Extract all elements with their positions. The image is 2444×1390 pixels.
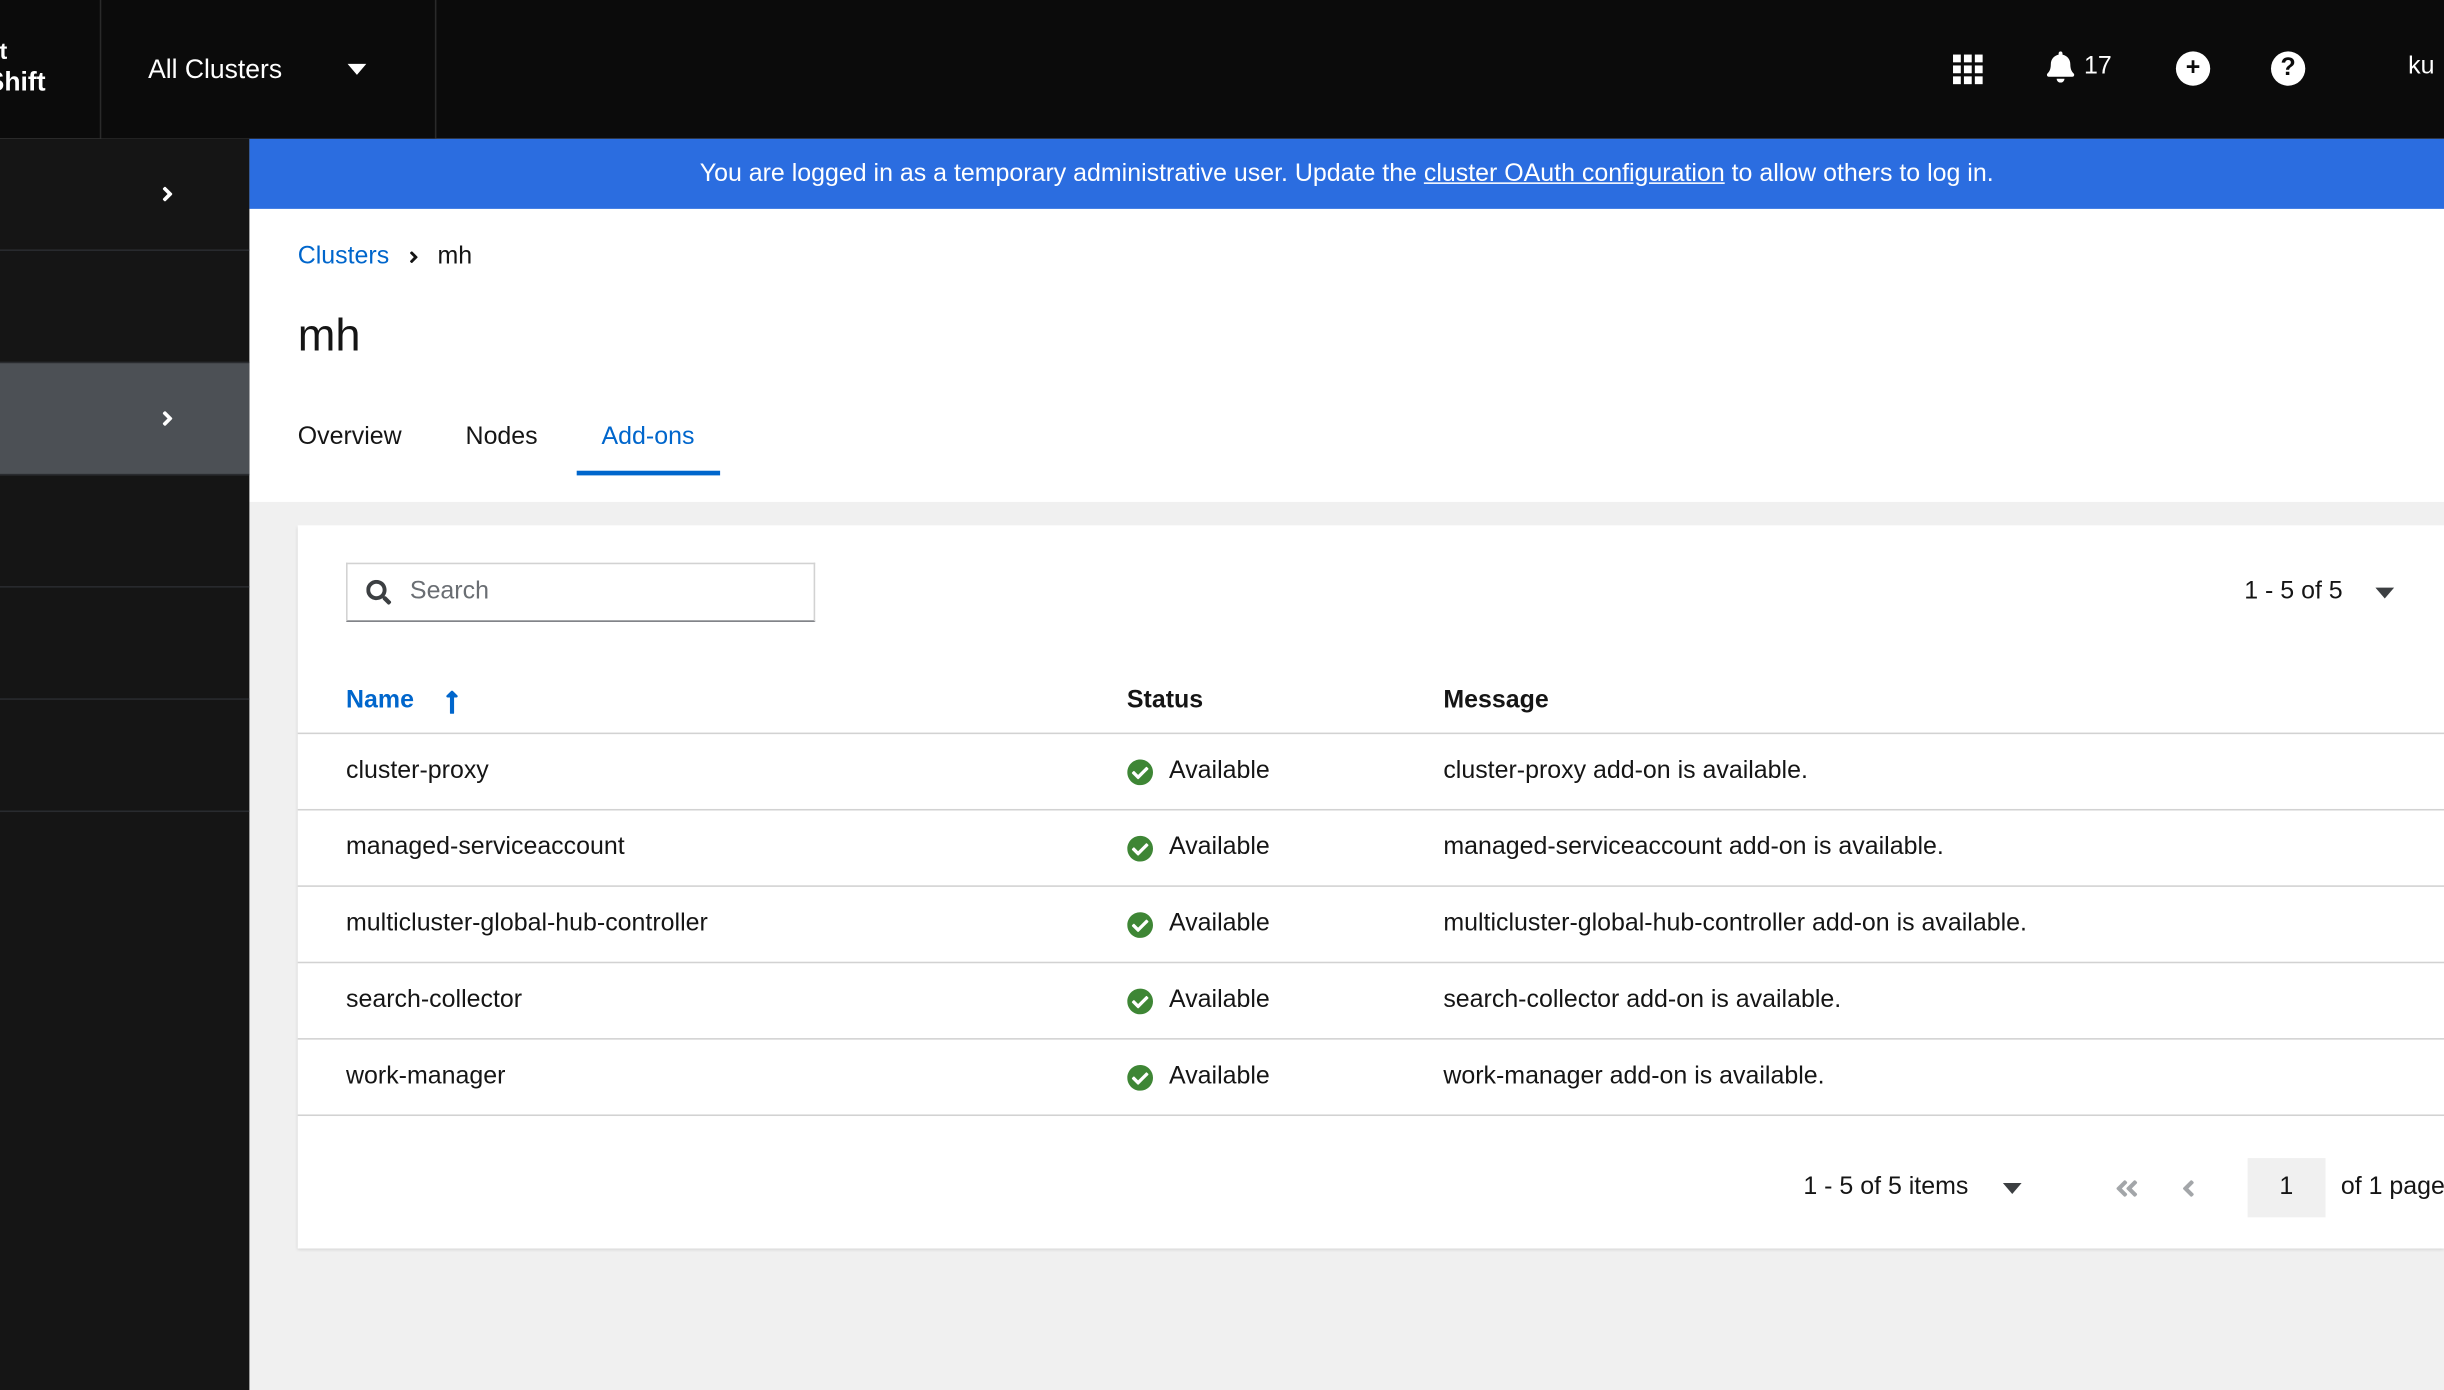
chevron-down-icon[interactable] xyxy=(2002,1182,2022,1194)
help-icon[interactable]: ? xyxy=(2270,51,2306,86)
check-circle-icon xyxy=(1127,987,1154,1014)
column-header-name[interactable]: Name xyxy=(346,687,1127,715)
user-menu[interactable]: ku xyxy=(2408,53,2434,81)
add-resource-icon[interactable]: + xyxy=(2175,51,2211,86)
addons-card: 1 - 5 of 5 Name Status Message cluster-p… xyxy=(297,525,2444,1249)
addon-message-cell: search-collector add-on is available. xyxy=(1443,986,1842,1014)
addon-status-cell: Available xyxy=(1127,987,1443,1015)
sidebar-nav-item-2[interactable] xyxy=(0,251,250,364)
table-row: work-manager Available work-manager add-… xyxy=(297,1040,2444,1117)
top-pagination-menu[interactable]: 1 - 5 of 5 xyxy=(2244,563,2395,622)
notifications-button[interactable]: 17 xyxy=(2045,51,2112,83)
status-label: Available xyxy=(1169,757,1270,785)
sidebar-nav-item-3-active[interactable] xyxy=(0,363,250,476)
chevron-right-icon xyxy=(156,182,181,207)
chevron-down-icon xyxy=(2375,586,2395,598)
check-circle-icon xyxy=(1127,911,1154,938)
openshift-logo: Red Hat OpenShift xyxy=(0,39,46,98)
column-header-message: Message xyxy=(1443,687,1549,714)
first-page-icon[interactable] xyxy=(2113,1174,2139,1200)
bell-icon xyxy=(2045,51,2076,83)
search-icon xyxy=(366,579,392,605)
check-circle-icon xyxy=(1127,1064,1154,1090)
column-header-status: Status xyxy=(1126,687,1204,714)
banner-text-before: You are logged in as a temporary adminis… xyxy=(699,159,1424,187)
status-label: Available xyxy=(1169,986,1270,1014)
addon-status-cell: Available xyxy=(1127,1063,1443,1091)
pagination-items-summary[interactable]: 1 - 5 of 5 items xyxy=(1803,1174,1968,1202)
addon-name-cell: work-manager xyxy=(346,1063,506,1090)
question-glyph: ? xyxy=(2280,54,2296,82)
chevron-down-icon xyxy=(347,63,367,75)
check-circle-icon xyxy=(1127,835,1154,861)
brand-logo[interactable]: Red Hat OpenShift xyxy=(0,0,100,139)
addon-message-cell: managed-serviceaccount add-on is availab… xyxy=(1443,833,1944,861)
table-row: search-collector Available search-collec… xyxy=(297,963,2444,1040)
cluster-selector-label: All Clusters xyxy=(148,53,283,84)
main-content: Clusters mh mh Overview Nodes Add-ons 1 … xyxy=(249,208,2444,1390)
addon-status-cell: Available xyxy=(1127,758,1443,786)
breadcrumb-current: mh xyxy=(437,243,473,270)
status-label: Available xyxy=(1169,833,1270,861)
tab-addons[interactable]: Add-ons xyxy=(576,408,720,476)
sidebar-nav-item-6[interactable] xyxy=(0,700,250,813)
name-header-label: Name xyxy=(346,687,414,714)
bottom-pagination: 1 - 5 of 5 items of 1 page xyxy=(1803,1158,2444,1218)
tab-overview[interactable]: Overview xyxy=(273,408,427,475)
sidebar-nav-item-1[interactable] xyxy=(0,139,250,251)
sidebar-nav-item-5[interactable] xyxy=(0,588,250,700)
table-row: multicluster-global-hub-controller Avail… xyxy=(297,887,2444,964)
logo-line2: OpenShift xyxy=(0,67,46,97)
previous-page-icon[interactable] xyxy=(2180,1174,2196,1200)
addon-name-cell: multicluster-global-hub-controller xyxy=(346,910,708,937)
addon-message-cell: work-manager add-on is available. xyxy=(1443,1063,1825,1090)
page-title: mh xyxy=(297,311,361,362)
temporary-admin-banner: You are logged in as a temporary adminis… xyxy=(249,138,2444,209)
cluster-tabs: Overview Nodes Add-ons xyxy=(273,408,734,476)
table-row: managed-serviceaccount Available managed… xyxy=(297,811,2444,887)
addon-name-cell: search-collector xyxy=(346,986,523,1014)
logo-line1: Red Hat xyxy=(0,38,8,66)
addons-table: Name Status Message cluster-proxy Availa… xyxy=(297,670,2444,1117)
table-header-row: Name Status Message xyxy=(297,670,2444,735)
addon-name-cell: managed-serviceaccount xyxy=(346,833,625,861)
notification-count: 17 xyxy=(2083,52,2112,80)
banner-text-after: to allow others to log in. xyxy=(1724,159,1994,187)
addon-status-cell: Available xyxy=(1127,834,1443,862)
chevron-right-icon xyxy=(156,407,181,432)
oauth-configuration-link[interactable]: cluster OAuth configuration xyxy=(1424,160,1725,188)
breadcrumb-clusters-link[interactable]: Clusters xyxy=(298,243,389,271)
sort-ascending-icon xyxy=(442,688,461,714)
breadcrumb: Clusters mh xyxy=(298,243,472,271)
sidebar-nav xyxy=(0,138,250,1390)
cluster-selector-dropdown[interactable]: All Clusters xyxy=(99,0,437,139)
top-pagination-summary: 1 - 5 of 5 xyxy=(2244,578,2343,605)
tab-nodes[interactable]: Nodes xyxy=(441,408,563,475)
addon-message-cell: multicluster-global-hub-controller add-o… xyxy=(1443,910,2027,937)
plus-glyph: + xyxy=(2185,54,2201,82)
check-circle-icon xyxy=(1127,758,1154,785)
app-launcher-icon[interactable] xyxy=(1953,54,1983,85)
console-page: Red Hat OpenShift All Clusters 17 + ? ku xyxy=(0,0,2444,1390)
masthead: Red Hat OpenShift All Clusters 17 + ? ku xyxy=(0,0,2444,139)
status-label: Available xyxy=(1169,1063,1270,1090)
table-body: cluster-proxy Available cluster-proxy ad… xyxy=(297,734,2444,1117)
sidebar-nav-item-4[interactable] xyxy=(0,475,250,588)
search-box xyxy=(346,562,816,622)
breadcrumb-chevron-icon xyxy=(406,248,420,267)
status-label: Available xyxy=(1169,910,1270,937)
addon-name-cell: cluster-proxy xyxy=(346,757,489,785)
table-row: cluster-proxy Available cluster-proxy ad… xyxy=(297,734,2444,811)
addon-status-cell: Available xyxy=(1127,910,1443,938)
search-input[interactable] xyxy=(406,576,772,608)
current-page-input[interactable] xyxy=(2247,1158,2326,1218)
page-count-label: of 1 page xyxy=(2340,1173,2444,1201)
addon-message-cell: cluster-proxy add-on is available. xyxy=(1443,757,1808,785)
